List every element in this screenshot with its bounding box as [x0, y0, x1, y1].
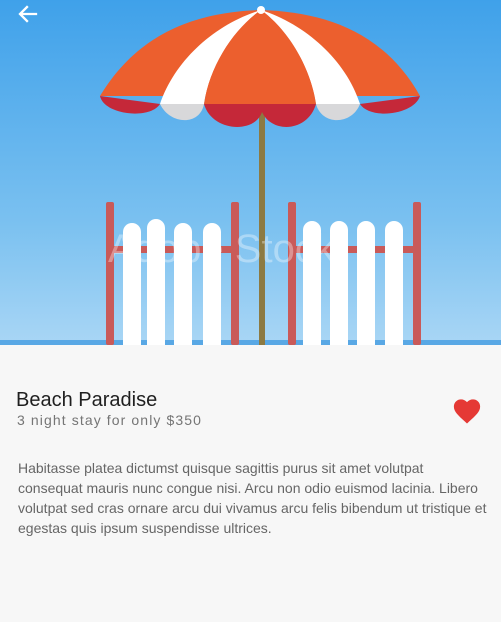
heart-icon	[453, 399, 481, 424]
fence-post	[231, 202, 239, 345]
listing-description: Habitasse platea dictumst quisque sagitt…	[18, 460, 487, 536]
back-button[interactable]	[14, 2, 42, 26]
beach-umbrella-illustration: Adobe Stock	[0, 0, 501, 345]
fence-picket	[385, 221, 403, 345]
fence-post	[288, 202, 296, 345]
arrow-left-icon	[18, 5, 38, 23]
listing-title: Beach Paradise	[16, 389, 158, 411]
fence-post	[413, 202, 421, 345]
listing-details: Beach Paradise 3 night stay for only $35…	[0, 345, 501, 622]
fence-picket	[357, 221, 375, 345]
fence-post	[106, 202, 114, 345]
favorite-button[interactable]	[452, 397, 482, 425]
watermark-text: Adobe Stock	[108, 227, 336, 271]
hero-image: Adobe Stock	[0, 0, 501, 345]
listing-subtitle: 3 night stay for only $350	[17, 412, 203, 428]
